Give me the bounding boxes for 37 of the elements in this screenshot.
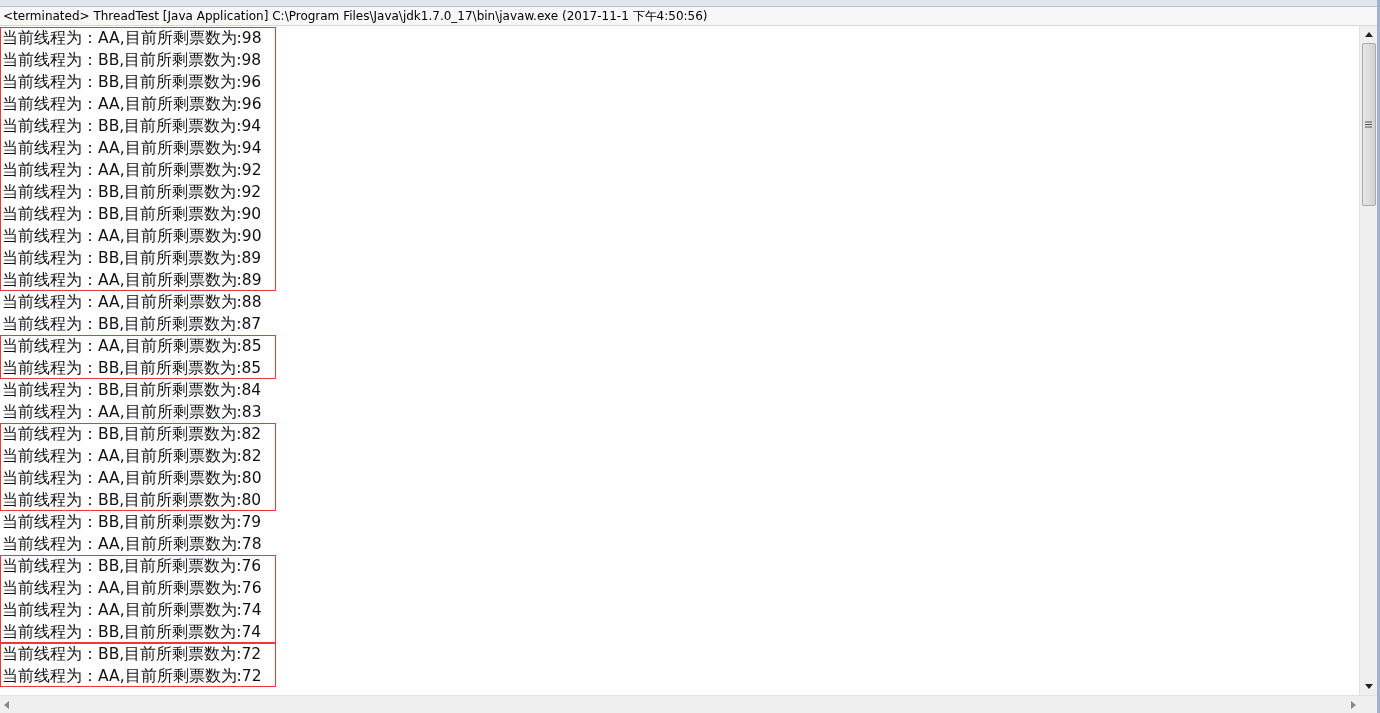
console-line: 当前线程为：BB,目前所剩票数为:82 <box>1 424 262 445</box>
console-line: 当前线程为：BB,目前所剩票数为:84 <box>1 380 262 401</box>
grip-icon <box>1365 121 1372 128</box>
console-line: 当前线程为：AA,目前所剩票数为:92 <box>1 160 262 181</box>
scroll-up-icon[interactable] <box>1364 32 1373 37</box>
console-line: 当前线程为：BB,目前所剩票数为:79 <box>1 512 262 533</box>
scroll-left-icon[interactable] <box>4 700 9 709</box>
console-line: 当前线程为：BB,目前所剩票数为:98 <box>1 50 262 71</box>
console-line: 当前线程为：AA,目前所剩票数为:76 <box>1 578 262 599</box>
console-line: 当前线程为：AA,目前所剩票数为:74 <box>1 600 262 621</box>
console-line: 当前线程为：BB,目前所剩票数为:76 <box>1 556 262 577</box>
console-line: 当前线程为：BB,目前所剩票数为:94 <box>1 116 262 137</box>
console-line: 当前线程为：AA,目前所剩票数为:89 <box>1 270 262 291</box>
console-line: 当前线程为：BB,目前所剩票数为:85 <box>1 358 262 379</box>
console-line: 当前线程为：AA,目前所剩票数为:78 <box>1 534 262 555</box>
console-line: 当前线程为：AA,目前所剩票数为:72 <box>1 666 262 687</box>
console-line: 当前线程为：AA,目前所剩票数为:90 <box>1 226 262 247</box>
console-line: 当前线程为：AA,目前所剩票数为:80 <box>1 468 262 489</box>
console-line: 当前线程为：BB,目前所剩票数为:92 <box>1 182 262 203</box>
console-line: 当前线程为：AA,目前所剩票数为:85 <box>1 336 262 357</box>
console-line: 当前线程为：BB,目前所剩票数为:87 <box>1 314 262 335</box>
console-line: 当前线程为：AA,目前所剩票数为:94 <box>1 138 262 159</box>
console-line: 当前线程为：BB,目前所剩票数为:89 <box>1 248 262 269</box>
console-line: 当前线程为：BB,目前所剩票数为:74 <box>1 622 262 643</box>
console-line: 当前线程为：AA,目前所剩票数为:88 <box>1 292 262 313</box>
console-line: 当前线程为：AA,目前所剩票数为:96 <box>1 94 262 115</box>
console-line: 当前线程为：BB,目前所剩票数为:72 <box>1 644 262 665</box>
console-line: 当前线程为：BB,目前所剩票数为:90 <box>1 204 262 225</box>
scroll-right-icon[interactable] <box>1351 700 1356 709</box>
console-line: 当前线程为：AA,目前所剩票数为:82 <box>1 446 262 467</box>
console-line: 当前线程为：AA,目前所剩票数为:98 <box>1 28 262 49</box>
console-line: 当前线程为：BB,目前所剩票数为:96 <box>1 72 262 93</box>
vertical-scrollbar[interactable] <box>1359 26 1377 695</box>
console-title: <terminated> ThreadTest [Java Application] C:\Program Files\Java\jdk1.7.0_17\bin\javaw.exe (2017-11-1 下午4:50:56) <box>0 7 1377 26</box>
scroll-down-icon[interactable] <box>1364 684 1373 689</box>
console-line: 当前线程为：BB,目前所剩票数为:80 <box>1 490 262 511</box>
console-line: 当前线程为：AA,目前所剩票数为:83 <box>1 402 262 423</box>
